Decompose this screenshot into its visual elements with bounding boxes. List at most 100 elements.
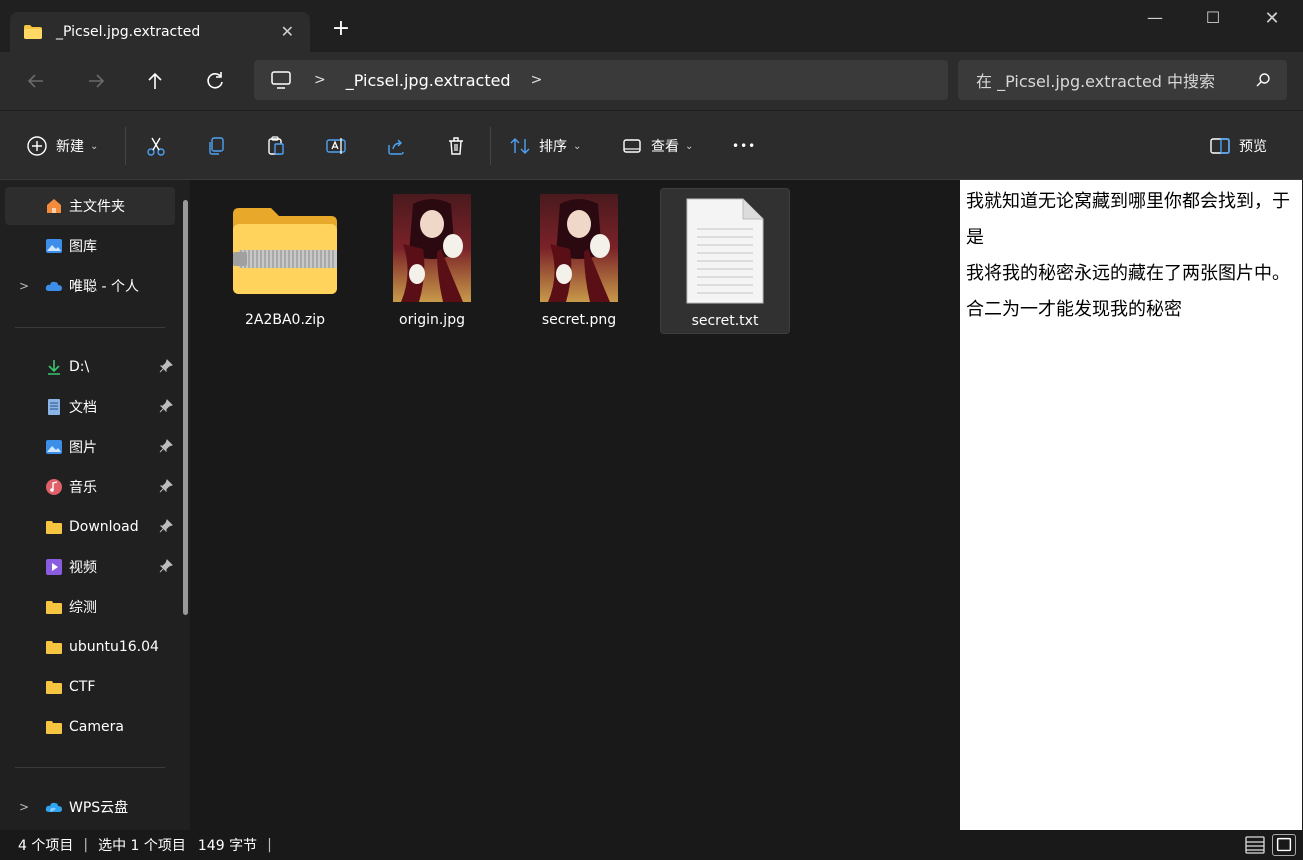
pin-icon[interactable]: [159, 399, 173, 413]
folder-icon: [46, 721, 62, 734]
sidebar-scrollbar[interactable]: [183, 200, 188, 615]
tab-title: _Picsel.jpg.extracted: [56, 24, 201, 40]
preview-pane-icon: [1210, 138, 1230, 154]
sidebar-item-wps-cloud[interactable]: > WPS云盘: [5, 788, 175, 826]
sidebar-item-d-drive[interactable]: D:\: [5, 348, 175, 386]
pin-icon[interactable]: [159, 519, 173, 533]
new-tab-button[interactable]: +: [330, 18, 352, 40]
pin-icon[interactable]: [159, 439, 173, 453]
pin-icon[interactable]: [159, 559, 173, 573]
document-icon: [48, 399, 60, 415]
sidebar-item-download[interactable]: Download: [5, 508, 175, 546]
sidebar-item-label: Download: [69, 519, 139, 535]
cut-icon: [147, 137, 165, 156]
preview-text-line: 我就知道无论窝藏到哪里你都会找到，于是: [966, 191, 1290, 248]
cloud-icon: [45, 281, 62, 291]
paste-button[interactable]: [265, 133, 287, 159]
sort-icon: [510, 138, 530, 154]
close-button[interactable]: ✕: [1261, 8, 1283, 30]
divider: [125, 127, 126, 165]
item-count: 4 个项目: [18, 838, 74, 854]
new-label: 新建: [56, 139, 84, 155]
file-list: 2A2BA0.zip origin.jpg secret.png secret.…: [200, 180, 958, 830]
pictures-icon: [46, 440, 62, 454]
download-arrow-icon: [48, 360, 60, 375]
sidebar-item-camera[interactable]: Camera: [5, 708, 175, 746]
video-icon: [46, 559, 62, 575]
folder-icon: [46, 521, 62, 534]
search-input[interactable]: 在 _Picsel.jpg.extracted 中搜索: [976, 68, 1215, 92]
file-item-secret-png[interactable]: secret.png: [514, 188, 644, 334]
status-separator: |: [83, 837, 89, 853]
music-icon: [46, 479, 62, 495]
selection-size: 149 字节: [197, 838, 258, 854]
large-icons-view-icon[interactable]: [1272, 834, 1296, 856]
folder-icon: [46, 641, 62, 654]
plus-circle-icon: [27, 136, 47, 156]
sidebar-item-zongce[interactable]: 综测: [5, 588, 175, 626]
computer-icon: [271, 71, 291, 89]
navigation-pane: 主文件夹 图库 > 唯聪 - 个人 D:\ 文档 图片 音乐 Download …: [0, 180, 190, 830]
wps-cloud-icon: [45, 802, 62, 812]
text-file-icon: [686, 198, 764, 304]
sidebar-item-home[interactable]: 主文件夹: [5, 187, 175, 225]
new-button[interactable]: 新建 ⌄: [26, 133, 98, 159]
sort-label: 排序: [539, 139, 567, 155]
forward-arrow-icon[interactable]: [83, 68, 109, 94]
sidebar-item-label: CTF: [69, 679, 96, 695]
rename-button[interactable]: [325, 133, 347, 159]
sidebar-item-label: 图片: [69, 440, 97, 456]
chevron-down-icon: ⌄: [573, 140, 582, 152]
view-button[interactable]: 查看 ⌄: [621, 133, 693, 159]
copy-button[interactable]: [205, 133, 227, 159]
preview-pane-button[interactable]: 预览: [1209, 133, 1267, 159]
more-button[interactable]: •••: [732, 133, 756, 159]
up-arrow-icon[interactable]: [142, 68, 168, 94]
chevron-right-icon[interactable]: >: [314, 72, 326, 88]
file-item-zip[interactable]: 2A2BA0.zip: [220, 188, 350, 334]
file-name: origin.jpg: [399, 312, 465, 328]
sidebar-item-gallery[interactable]: 图库: [5, 227, 175, 265]
sidebar-item-videos[interactable]: 视频: [5, 548, 175, 586]
file-item-origin-jpg[interactable]: origin.jpg: [367, 188, 497, 334]
chevron-right-icon[interactable]: >: [19, 279, 29, 293]
preview-pane: 我就知道无论窝藏到哪里你都会找到，于是 我将我的秘密永远的藏在了两张图片中。合二…: [960, 180, 1302, 830]
breadcrumb[interactable]: _Picsel.jpg.extracted: [346, 71, 511, 90]
back-arrow-icon[interactable]: [23, 68, 49, 94]
sidebar-item-onedrive[interactable]: > 唯聪 - 个人: [5, 267, 175, 305]
sidebar-item-documents[interactable]: 文档: [5, 388, 175, 426]
details-view-icon[interactable]: [1243, 834, 1267, 856]
sidebar-item-label: WPS云盘: [69, 800, 129, 816]
chevron-right-icon[interactable]: >: [19, 800, 29, 814]
sidebar-item-pictures[interactable]: 图片: [5, 428, 175, 466]
delete-button[interactable]: [445, 133, 467, 159]
share-button[interactable]: [385, 133, 407, 159]
sidebar-item-ubuntu[interactable]: ubuntu16.04: [5, 628, 175, 666]
file-item-secret-txt[interactable]: secret.txt: [660, 188, 790, 334]
delete-icon: [449, 137, 463, 155]
chevron-right-icon[interactable]: >: [531, 72, 543, 88]
pin-icon[interactable]: [159, 359, 173, 373]
search-box[interactable]: 在 _Picsel.jpg.extracted 中搜索: [958, 60, 1287, 100]
preview-label: 预览: [1239, 139, 1267, 155]
selection-count: 选中 1 个项目: [98, 838, 186, 854]
tab-close-icon[interactable]: ✕: [281, 22, 294, 41]
folder-icon: [46, 681, 62, 694]
tab-current-folder[interactable]: _Picsel.jpg.extracted ✕: [10, 12, 310, 52]
sidebar-item-ctf[interactable]: CTF: [5, 668, 175, 706]
command-bar: 新建 ⌄ 排序 ⌄ 查看 ⌄ ••• 预览: [0, 110, 1303, 180]
refresh-icon[interactable]: [202, 68, 228, 94]
sidebar-item-label: ubuntu16.04: [69, 639, 159, 655]
address-bar[interactable]: > _Picsel.jpg.extracted >: [254, 60, 948, 100]
maximize-button[interactable]: ☐: [1202, 8, 1224, 30]
minimize-button[interactable]: —: [1144, 8, 1166, 30]
pin-icon[interactable]: [159, 479, 173, 493]
home-icon: [47, 199, 61, 213]
sidebar-item-label: 视频: [69, 560, 97, 576]
cut-button[interactable]: [145, 133, 167, 159]
sidebar-item-music[interactable]: 音乐: [5, 468, 175, 506]
sort-button[interactable]: 排序 ⌄: [509, 133, 581, 159]
sidebar-item-label: 主文件夹: [69, 199, 125, 215]
divider: [490, 127, 491, 165]
chevron-down-icon: ⌄: [90, 140, 99, 152]
